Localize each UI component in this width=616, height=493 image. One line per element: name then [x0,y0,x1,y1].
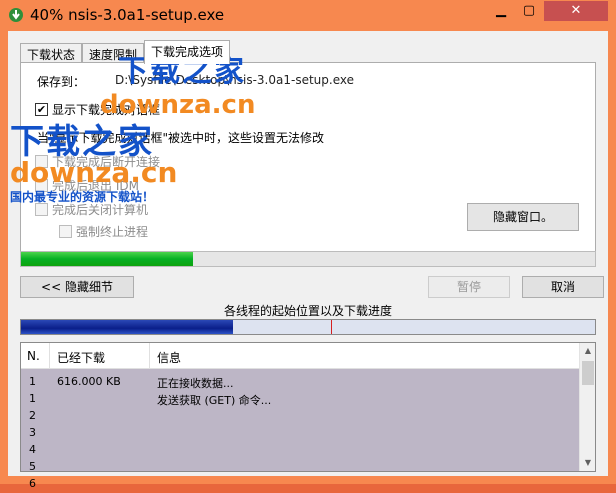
tab-speed-limit[interactable]: 速度限制 [82,43,145,63]
scroll-thumb[interactable] [582,361,594,385]
col-header-info[interactable]: 信息 [157,349,181,366]
disconnect-checkbox [35,155,48,168]
minimize-button[interactable]: ▁ [488,1,514,21]
row-number: 2 [29,409,36,422]
save-to-path: D:\Sysfile\Desktop\nsis-3.0a1-setup.exe [115,73,354,87]
pause-button[interactable]: 暂停 [428,276,510,298]
table-row[interactable]: 5 [21,459,579,476]
thread-list[interactable]: N. 已经下载 信息 1 616.000 KB 正在接收数据... 1 发送获取 (GE… [20,342,596,490]
thread-segment [21,320,234,334]
force-kill-label: 强制终止进程 [76,225,149,239]
maximize-button[interactable]: ▢ [516,1,542,21]
download-window: 40% nsis-3.0a1-setup.exe ▁ ▢ ✕ 下载状态 速度限制… [0,0,616,490]
row-info: 正在接收数据... [157,377,234,390]
scroll-down-icon[interactable]: ▼ [580,455,596,471]
table-row[interactable]: 1 616.000 KB 正在接收数据... [21,374,579,391]
save-to-label: 保存到： [37,75,86,89]
table-row[interactable]: 4 [21,442,579,459]
window-client: 下载状态 速度限制 下载完成选项 保存到： D:\Sysfile\Desktop… [8,31,608,490]
show-dialog-checkbox[interactable]: ✔ [35,103,48,116]
show-dialog-label: 显示下载完成对话框 [52,103,161,117]
progress-fill [21,252,194,266]
row-number: 1 [29,392,36,405]
force-kill-checkbox [59,225,72,238]
completion-options-panel: 保存到： D:\Sysfile\Desktop\nsis-3.0a1-setup… [20,62,596,267]
row-downloaded: 616.000 KB [57,375,121,388]
scroll-up-icon[interactable]: ▲ [580,343,596,359]
hide-details-button[interactable]: << 隐藏细节 [20,276,134,298]
show-dialog-option[interactable]: ✔ 显示下载完成对话框 [35,101,160,118]
exit-idm-label: 完成后退出 IDM [52,179,139,193]
thread-start-marker [330,320,332,334]
title-bar[interactable]: 40% nsis-3.0a1-setup.exe ▁ ▢ ✕ [0,0,616,30]
disconnect-option: 下载完成后断开连接 [35,153,160,170]
row-number: 3 [29,426,36,439]
table-row[interactable]: 2 [21,408,579,425]
exit-idm-option: 完成后退出 IDM [35,177,139,194]
shutdown-label: 完成后关闭计算机 [52,203,149,217]
threads-progress-bar [20,319,596,335]
table-row[interactable]: 3 [21,425,579,442]
cancel-button[interactable]: 取消 [522,276,604,298]
shutdown-checkbox [35,203,48,216]
hide-window-button[interactable]: 隐藏窗口。 [467,203,579,231]
disconnect-label: 下载完成后断开连接 [52,155,161,169]
exit-idm-checkbox [35,179,48,192]
download-progress-bar [20,251,596,267]
options-hint: 当"显示下载完成对话框"被选中时，这些设置无法修改 [37,131,325,145]
tab-download-status[interactable]: 下载状态 [20,43,83,63]
row-number: 1 [29,375,36,388]
table-row[interactable]: 6 [21,476,579,493]
force-kill-option: 强制终止进程 [59,223,148,240]
col-separator [149,343,150,369]
col-separator [49,343,50,369]
idm-app-icon [9,8,23,22]
tab-completion-options[interactable]: 下载完成选项 [144,40,231,64]
window-title: 40% nsis-3.0a1-setup.exe [30,6,225,24]
table-row[interactable]: 1 发送获取 (GET) 命令... [21,391,579,408]
row-number: 4 [29,443,36,456]
list-scrollbar[interactable]: ▲ ▼ [579,343,595,471]
threads-label: 各线程的起始位置以及下载进度 [223,304,392,318]
close-button[interactable]: ✕ [544,1,608,21]
col-header-number[interactable]: N. [27,349,40,363]
row-info: 发送获取 (GET) 命令... [157,394,272,407]
list-header: N. 已经下载 信息 [21,343,595,369]
col-header-downloaded[interactable]: 已经下载 [57,349,105,366]
row-number: 5 [29,460,36,473]
shutdown-option: 完成后关闭计算机 [35,201,148,218]
